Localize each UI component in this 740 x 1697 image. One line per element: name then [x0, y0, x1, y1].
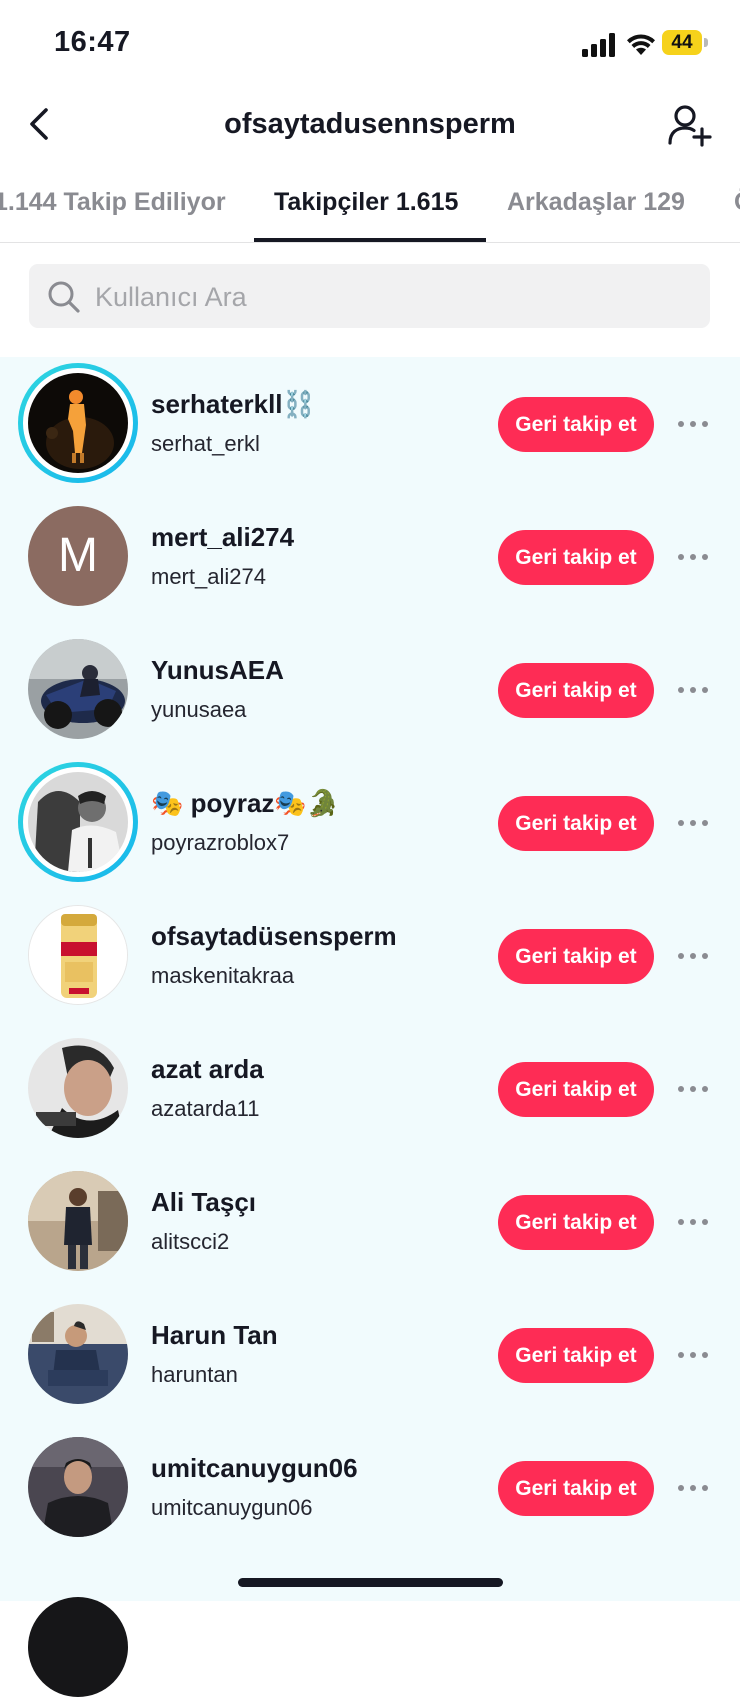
list-item: M mert_ali274 mert_ali274 Geri takip et [0, 490, 740, 626]
home-indicator [238, 1578, 503, 1587]
avatar[interactable] [28, 1304, 128, 1404]
tab-next[interactable]: Ö [734, 188, 740, 217]
display-name: Ali Taşçı [151, 1187, 257, 1217]
story-ring[interactable] [18, 762, 138, 882]
active-tab-indicator [254, 238, 486, 242]
username: haruntan [151, 1362, 238, 1387]
username: poyrazroblox7 [151, 830, 290, 855]
more-options-icon[interactable] [678, 411, 712, 437]
search-input[interactable] [93, 264, 697, 330]
follower-list: serhaterkll⛓️ serhat_erkl Geri takip et … [0, 357, 740, 1697]
follow-back-button[interactable]: Geri takip et [498, 663, 654, 718]
username: serhat_erkl [151, 431, 260, 456]
avatar[interactable] [28, 772, 128, 872]
username: mert_ali274 [151, 564, 266, 589]
avatar[interactable] [28, 1171, 128, 1271]
username: azatarda11 [151, 1096, 260, 1121]
username: alitscci2 [151, 1229, 230, 1254]
search-icon [48, 281, 80, 313]
tab-following[interactable]: 1.144 Takip Ediliyor [0, 188, 226, 217]
follow-back-button[interactable]: Geri takip et [498, 929, 654, 984]
avatar[interactable] [28, 1437, 128, 1537]
display-name: 🎭 poyraz🎭🐊 [151, 788, 340, 818]
avatar[interactable] [28, 1597, 128, 1697]
more-options-icon[interactable] [678, 1076, 712, 1102]
more-options-icon[interactable] [678, 943, 712, 969]
list-item: umitcanuygun06 umitcanuygun06 Geri takip… [0, 1421, 740, 1557]
story-ring[interactable] [18, 363, 138, 483]
battery-icon: 44 [662, 30, 708, 55]
tab-followers[interactable]: Takipçiler 1.615 [274, 188, 458, 217]
tab-friends[interactable]: Arkadaşlar 129 [507, 188, 685, 217]
follow-back-button[interactable]: Geri takip et [498, 1062, 654, 1117]
display-name: azat arda [151, 1054, 264, 1084]
add-user-icon[interactable] [666, 103, 712, 147]
display-name: Harun Tan [151, 1320, 278, 1350]
display-name: mert_ali274 [151, 522, 295, 552]
username: umitcanuygun06 [151, 1495, 313, 1520]
more-options-icon[interactable] [678, 544, 712, 570]
list-item: azat arda azatarda11 Geri takip et [0, 1022, 740, 1158]
more-options-icon[interactable] [678, 1209, 712, 1235]
cellular-signal-icon [582, 33, 615, 57]
wifi-icon [627, 34, 655, 55]
display-name: serhaterkll⛓️ [151, 389, 315, 419]
username: yunusaea [151, 697, 247, 722]
battery-level: 44 [671, 32, 693, 53]
list-item: Ali Taşçı alitscci2 Geri takip et [0, 1155, 740, 1291]
tab-bar: 1.144 Takip Ediliyor Takipçiler 1.615 Ar… [0, 180, 740, 243]
more-options-icon[interactable] [678, 1342, 712, 1368]
follow-back-button[interactable]: Geri takip et [498, 1328, 654, 1383]
display-name: umitcanuygun06 [151, 1453, 358, 1483]
display-name: YunusAEA [151, 655, 284, 685]
avatar[interactable] [28, 639, 128, 739]
username: maskenitakraa [151, 963, 295, 988]
list-item: 🎭 poyraz🎭🐊 poyrazroblox7 Geri takip et [0, 756, 740, 892]
avatar[interactable] [28, 373, 128, 473]
list-item: serhaterkll⛓️ serhat_erkl Geri takip et [0, 357, 740, 493]
follow-back-button[interactable]: Geri takip et [498, 530, 654, 585]
avatar[interactable]: M [28, 506, 128, 606]
status-bar: 16:47 44 [0, 0, 740, 88]
follow-back-button[interactable]: Geri takip et [498, 397, 654, 452]
more-options-icon[interactable] [678, 677, 712, 703]
follow-back-button[interactable]: Geri takip et [498, 1461, 654, 1516]
follow-back-button[interactable]: Geri takip et [498, 796, 654, 851]
status-time: 16:47 [54, 26, 131, 58]
list-item: YunusAEA yunusaea Geri takip et [0, 623, 740, 759]
more-options-icon[interactable] [678, 810, 712, 836]
avatar-initial: M [58, 529, 98, 582]
avatar[interactable] [28, 1038, 128, 1138]
display-name: ofsaytadüsensperm [151, 921, 397, 951]
page-title: ofsaytadusennsperm [224, 108, 516, 140]
list-item: Harun Tan haruntan Geri takip et [0, 1288, 740, 1424]
avatar[interactable] [28, 905, 128, 1005]
list-item: ofsaytadüsensperm maskenitakraa Geri tak… [0, 889, 740, 1025]
more-options-icon[interactable] [678, 1475, 712, 1501]
follow-back-button[interactable]: Geri takip et [498, 1195, 654, 1250]
search-bar[interactable] [29, 264, 710, 330]
